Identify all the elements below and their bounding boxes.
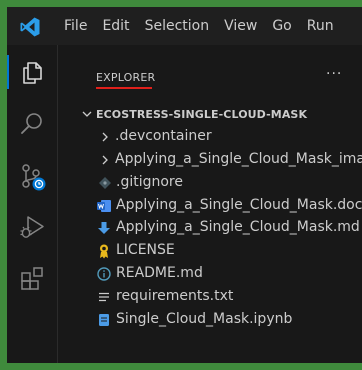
menu-file[interactable]: File <box>64 18 87 34</box>
more-actions-icon[interactable]: ··· <box>326 66 342 82</box>
activity-run-debug[interactable] <box>7 202 57 248</box>
file-label: requirements.txt <box>116 288 234 305</box>
activity-search[interactable] <box>7 100 57 146</box>
tree-file-license[interactable]: LICENSE <box>58 240 362 262</box>
file-label: LICENSE <box>116 242 175 259</box>
gitignore-icon <box>99 176 111 189</box>
activity-extensions[interactable] <box>7 254 57 300</box>
menu-edit[interactable]: Edit <box>102 18 129 34</box>
vscode-logo-icon[interactable] <box>19 16 41 38</box>
tree-file-readme[interactable]: README.md <box>58 263 362 285</box>
file-label: README.md <box>116 265 203 282</box>
folder-label: .devcontainer <box>115 127 212 144</box>
info-icon <box>97 267 111 281</box>
activity-source-control[interactable] <box>7 151 57 197</box>
tree-file-md[interactable]: Applying_a_Single_Cloud_Mask.md <box>58 217 362 239</box>
tree-file-docx[interactable]: Applying_a_Single_Cloud_Mask.docx <box>58 195 362 217</box>
run-debug-icon <box>20 216 44 238</box>
file-label: Single_Cloud_Mask.ipynb <box>116 311 293 328</box>
explorer-sidebar: EXPLORER ··· ECOSTRESS-SINGLE-CLOUD-MASK… <box>58 45 362 363</box>
chevron-right-icon <box>102 132 108 142</box>
chevron-down-icon <box>82 111 92 117</box>
tree-folder-images[interactable]: Applying_a_Single_Cloud_Mask_ima... <box>58 149 362 171</box>
license-icon <box>100 244 108 259</box>
search-icon <box>21 113 42 134</box>
file-label: .gitignore <box>116 173 183 190</box>
activity-explorer[interactable] <box>7 49 57 95</box>
explorer-title: EXPLORER <box>96 71 156 84</box>
root-folder-label: ECOSTRESS-SINGLE-CLOUD-MASK <box>96 108 308 121</box>
tree-file-requirements[interactable]: requirements.txt <box>58 286 362 308</box>
menu-go[interactable]: Go <box>272 18 291 34</box>
menu-bar: File Edit Selection View Go Run <box>64 7 349 45</box>
menu-view[interactable]: View <box>224 18 257 34</box>
markdown-icon <box>98 222 110 235</box>
explorer-title-underline <box>96 87 152 89</box>
menu-selection[interactable]: Selection <box>145 18 210 34</box>
menu-run[interactable]: Run <box>307 18 334 34</box>
activity-bar <box>7 45 58 363</box>
notebook-icon <box>99 314 109 327</box>
source-control-icon <box>22 164 46 191</box>
folder-label: Applying_a_Single_Cloud_Mask_ima... <box>115 150 362 167</box>
vscode-window: File Edit Selection View Go Run EXPLORER… <box>7 7 362 363</box>
file-label: Applying_a_Single_Cloud_Mask.md <box>116 219 360 236</box>
title-bar: File Edit Selection View Go Run <box>7 7 362 45</box>
tree-file-gitignore[interactable]: .gitignore <box>58 172 362 194</box>
tree-folder-devcontainer[interactable]: .devcontainer <box>58 126 362 148</box>
file-tree: ECOSTRESS-SINGLE-CLOUD-MASK .devcontaine… <box>58 103 362 332</box>
file-label: Applying_a_Single_Cloud_Mask.docx <box>116 196 362 213</box>
word-doc-icon <box>97 199 111 212</box>
text-file-icon <box>99 292 109 302</box>
files-icon <box>23 62 42 84</box>
tree-file-notebook[interactable]: Single_Cloud_Mask.ipynb <box>58 309 362 331</box>
tree-root-folder[interactable]: ECOSTRESS-SINGLE-CLOUD-MASK <box>58 103 362 125</box>
extensions-icon <box>21 267 43 290</box>
chevron-right-icon <box>102 155 108 165</box>
